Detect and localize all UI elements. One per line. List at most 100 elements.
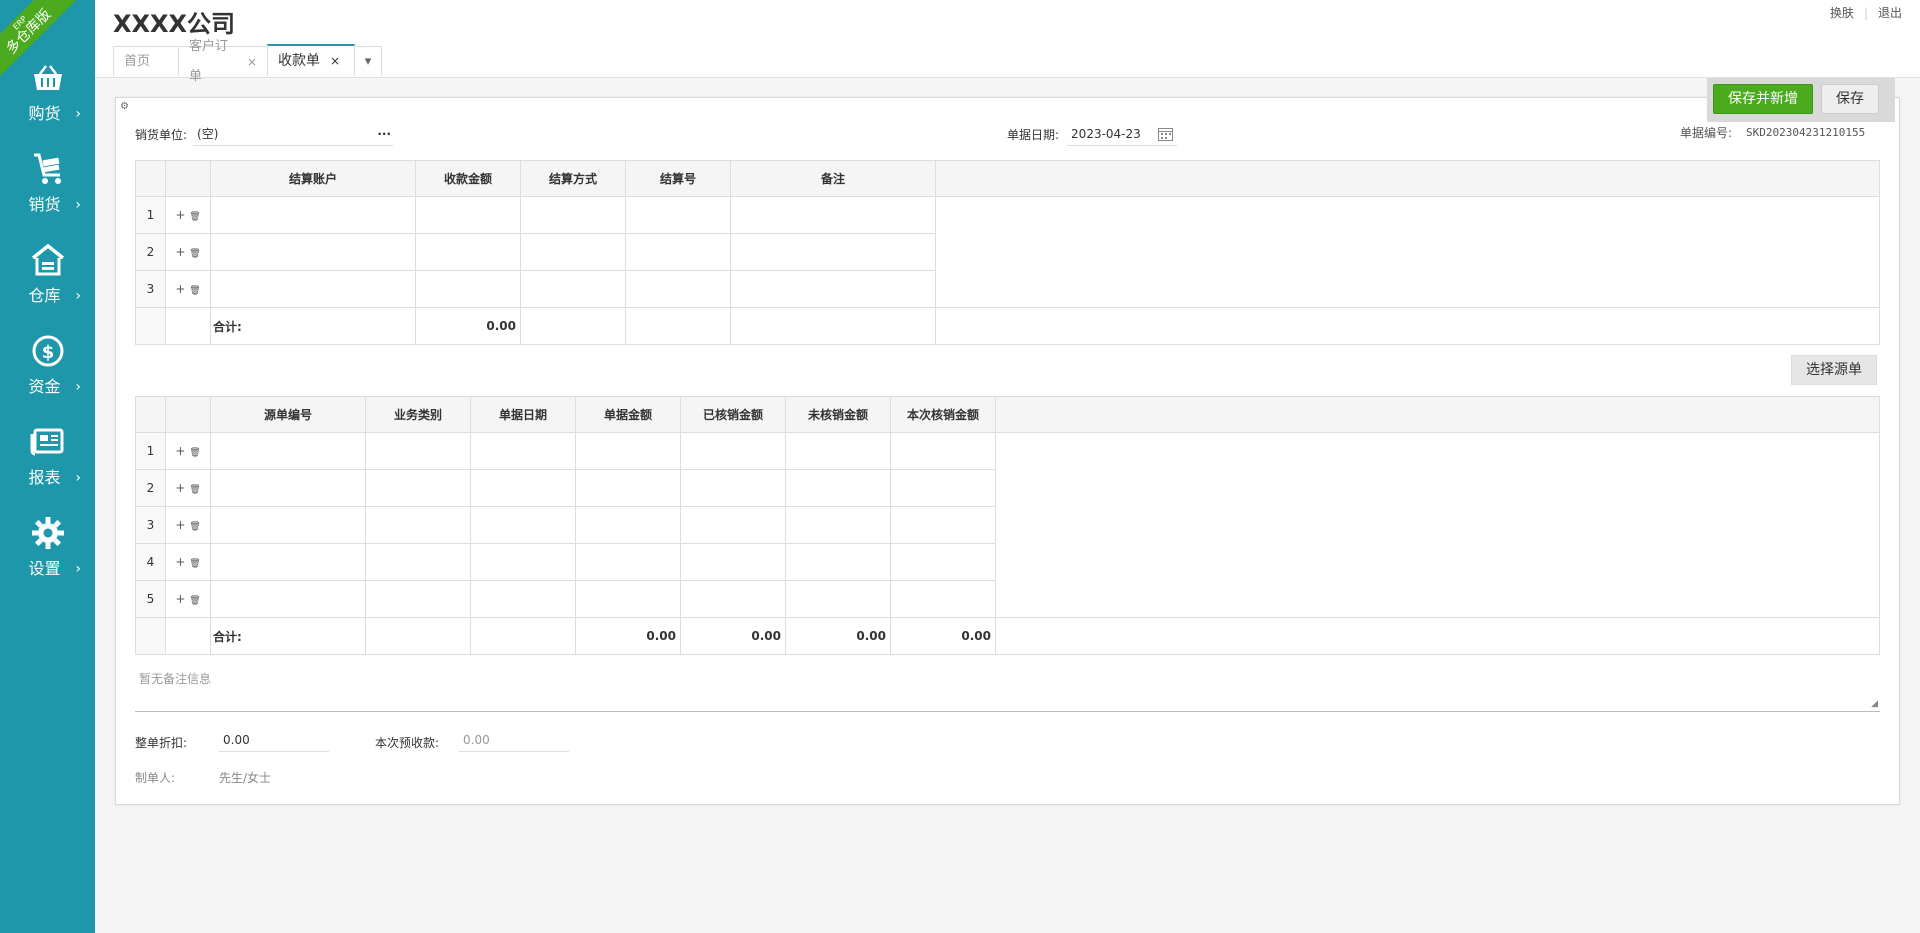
table-cell[interactable] [890,469,996,507]
calendar-icon[interactable] [1158,127,1174,141]
table-cell[interactable] [680,432,786,470]
table-cell[interactable] [415,270,521,308]
select-source-button[interactable]: 选择源单 [1791,355,1877,385]
tab-home[interactable]: 首页 [113,46,179,76]
table-cell[interactable] [890,506,996,544]
table-cell[interactable] [680,506,786,544]
table-cell[interactable] [680,469,786,507]
table-cell[interactable] [520,233,626,271]
table-cell[interactable] [210,432,366,470]
switch-skin-link[interactable]: 换肤 [1830,6,1854,20]
remark-textarea[interactable]: 暂无备注信息 ◢ [135,664,1880,712]
table-cell[interactable] [210,270,416,308]
trash-icon[interactable]: 🗑 [189,286,200,296]
table-cell[interactable] [365,432,471,470]
table-cell[interactable] [210,506,366,544]
table-cell[interactable] [680,580,786,618]
resize-handle-icon[interactable]: ◢ [1871,699,1878,709]
add-row-icon[interactable]: + [175,518,185,532]
table-cell[interactable] [575,543,681,581]
table-cell[interactable] [365,506,471,544]
discount-input[interactable]: 0.00 [219,728,329,752]
table-cell[interactable] [625,270,731,308]
more-icon[interactable]: ··· [377,122,391,146]
table-cell[interactable] [520,196,626,234]
table-cell[interactable] [210,543,366,581]
add-row-icon[interactable]: + [175,208,185,222]
nav-item-funds[interactable]: $ 资金 › [0,331,95,422]
warehouse-icon [31,243,64,276]
close-icon[interactable]: × [247,47,257,77]
add-row-icon[interactable]: + [175,555,185,569]
nav-item-sales[interactable]: 销货 › [0,149,95,240]
table-cell[interactable] [785,543,891,581]
table-cell[interactable] [890,432,996,470]
doc-number-label: 单据编号: [1680,126,1733,140]
table-cell[interactable] [730,233,936,271]
logout-link[interactable]: 退出 [1878,6,1902,20]
tab-customer-order[interactable]: 客户订单 × [178,39,268,84]
nav-item-warehouse[interactable]: 仓库 › [0,240,95,331]
table-cell[interactable] [625,233,731,271]
save-and-new-button[interactable]: 保存并新增 [1713,84,1813,114]
nav-item-settings[interactable]: 设置 › [0,513,95,604]
prepay-input[interactable]: 0.00 [459,728,569,752]
save-button[interactable]: 保存 [1821,84,1879,114]
table-cell[interactable] [730,196,936,234]
table-cell[interactable] [575,580,681,618]
table-cell[interactable] [890,580,996,618]
table-cell[interactable] [365,580,471,618]
table-cell[interactable] [785,469,891,507]
trash-icon[interactable]: 🗑 [189,596,200,606]
table-cell[interactable] [680,543,786,581]
add-row-icon[interactable]: + [175,481,185,495]
column-settings-icon[interactable]: ⚙ [120,101,129,112]
table-cell[interactable] [210,580,366,618]
table-cell[interactable] [575,506,681,544]
table-cell[interactable] [365,543,471,581]
trash-icon[interactable]: 🗑 [189,522,200,532]
filler-cell [935,196,1880,308]
add-row-icon[interactable]: + [175,444,185,458]
nav-item-purchase[interactable]: 购货 › [0,58,95,149]
table-cell[interactable] [625,196,731,234]
table-header-row: 源单编号 业务类别 单据日期 单据金额 已核销金额 未核销金额 本次核销金额 [135,396,1880,433]
trash-icon[interactable]: 🗑 [189,485,200,495]
table-cell[interactable] [470,469,576,507]
table-cell[interactable] [470,506,576,544]
table-cell[interactable] [365,469,471,507]
table-cell[interactable] [890,543,996,581]
close-icon[interactable]: × [330,46,340,76]
date-input[interactable]: 2023-04-23 [1067,122,1178,146]
add-row-icon[interactable]: + [175,592,185,606]
add-row-icon[interactable]: + [175,245,185,259]
column-header: 备注 [730,160,936,197]
tab-dropdown[interactable]: ▾ [354,46,382,76]
tab-receipt[interactable]: 收款单 × [267,44,355,76]
customer-input[interactable]: (空) ··· [193,122,394,146]
table-cell[interactable] [415,196,521,234]
table-cell[interactable] [470,580,576,618]
table-cell[interactable] [210,233,416,271]
table-cell[interactable] [785,432,891,470]
trash-icon[interactable]: 🗑 [189,448,200,458]
svg-text:$: $ [41,342,54,363]
table-cell[interactable] [470,432,576,470]
table-cell[interactable] [785,580,891,618]
table-cell[interactable] [210,469,366,507]
table-cell[interactable] [470,543,576,581]
row-ops: + 🗑 [165,543,211,581]
table-cell[interactable] [575,432,681,470]
table-cell[interactable] [730,270,936,308]
chevron-right-icon: › [75,561,81,577]
table-cell[interactable] [520,270,626,308]
table-cell[interactable] [785,506,891,544]
table-cell[interactable] [415,233,521,271]
table-cell[interactable] [575,469,681,507]
trash-icon[interactable]: 🗑 [189,212,200,222]
nav-item-reports[interactable]: 报表 › [0,422,95,513]
table-cell[interactable] [210,196,416,234]
trash-icon[interactable]: 🗑 [189,249,200,259]
add-row-icon[interactable]: + [175,282,185,296]
trash-icon[interactable]: 🗑 [189,559,200,569]
